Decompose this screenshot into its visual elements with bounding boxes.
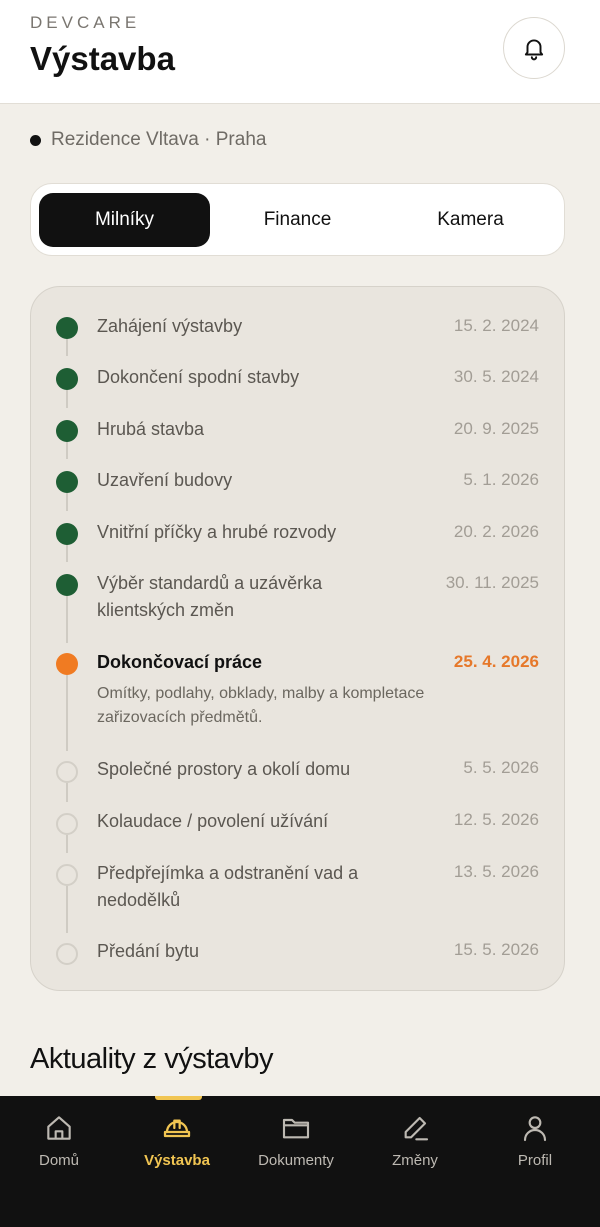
milestone-date: 30. 5. 2024 xyxy=(453,367,539,386)
milestone-status-dot xyxy=(56,471,78,493)
milestone-status-dot xyxy=(56,420,78,442)
bell-icon xyxy=(524,39,544,61)
nav-item-home[interactable]: Domů xyxy=(0,1112,118,1176)
timeline-connector xyxy=(66,596,68,643)
top-bar: DEVCARE Výstavba xyxy=(0,0,600,104)
milestone-date: 5. 1. 2026 xyxy=(463,470,539,489)
milestone-description: Omítky, podlahy, obklady, malby a komple… xyxy=(97,685,425,726)
milestone-date: 15. 2. 2024 xyxy=(453,316,539,335)
milestone-status-dot xyxy=(56,317,78,339)
active-tab-indicator xyxy=(155,1096,202,1100)
milestone-title: Společné prostory a okolí domu xyxy=(97,759,351,779)
timeline-connector xyxy=(66,544,68,562)
brand-name: DEVCARE xyxy=(30,13,141,32)
milestone-date-current: 25. 4. 2026 xyxy=(453,652,539,671)
nav-label: Domů xyxy=(38,1152,79,1169)
milestone-title: Zahájení výstavby xyxy=(97,316,243,336)
milestone-title: Vnitřní příčky a hrubé rozvody xyxy=(97,522,337,542)
timeline-connector xyxy=(66,441,68,459)
milestone-title-current: Dokončovací práce xyxy=(97,652,263,672)
milestone-status-dot xyxy=(56,368,78,390)
milestone-date: 20. 9. 2025 xyxy=(453,419,539,438)
milestone-status-dot xyxy=(56,864,78,886)
timeline-connector xyxy=(66,390,68,408)
project-dot-icon xyxy=(30,134,41,146)
user-icon xyxy=(523,1116,547,1142)
nav-label: Změny xyxy=(392,1152,438,1169)
milestone-title: Kolaudace / povolení užívání xyxy=(97,811,329,831)
nav-item-construction[interactable]: Výstavba xyxy=(118,1112,236,1176)
timeline-connector xyxy=(66,493,68,511)
milestone-title: Dokončení spodní stavby xyxy=(97,367,300,387)
notifications-button[interactable] xyxy=(503,17,565,79)
milestone-date: 15. 5. 2026 xyxy=(453,940,539,959)
milestone-status-dot-current xyxy=(56,653,78,675)
milestone-title: Předpřejímka a odstranění vad a nedodělk… xyxy=(97,863,359,910)
bottom-navigation: Domů Výstavba Dokumenty Změny Profil xyxy=(0,1096,600,1227)
tab-finance[interactable]: Finance xyxy=(212,193,383,247)
milestone-date: 20. 2. 2026 xyxy=(453,522,539,541)
milestone-date: 5. 5. 2026 xyxy=(463,758,539,777)
timeline-connector xyxy=(66,783,68,802)
milestone-status-dot xyxy=(56,761,78,783)
milestone-date: 30. 11. 2025 xyxy=(445,573,539,592)
helmet-icon xyxy=(163,1119,191,1138)
nav-label: Dokumenty xyxy=(258,1152,334,1169)
folder-icon xyxy=(282,1118,310,1139)
home-icon xyxy=(47,1116,71,1140)
timeline-connector xyxy=(66,835,68,853)
milestone-title: Předání bytu xyxy=(97,941,200,961)
milestone-status-dot xyxy=(56,523,78,545)
milestone-title: Hrubá stavba xyxy=(97,419,205,439)
timeline-connector xyxy=(66,338,68,356)
nav-item-changes[interactable]: Změny xyxy=(356,1112,474,1176)
tab-bar: Milníky Finance Kamera xyxy=(30,183,565,256)
milestone-title: Výběr standardů a uzávěrka klientských z… xyxy=(97,573,323,620)
nav-item-documents[interactable]: Dokumenty xyxy=(237,1112,355,1176)
milestone-status-dot xyxy=(56,943,78,965)
page-title: Výstavba xyxy=(30,40,175,77)
tab-milniky[interactable]: Milníky xyxy=(39,193,210,247)
tab-kamera[interactable]: Kamera xyxy=(385,193,556,247)
project-selector[interactable]: Rezidence Vltava · Praha xyxy=(30,127,266,153)
timeline-connector xyxy=(66,675,68,751)
milestone-date: 12. 5. 2026 xyxy=(453,810,539,829)
milestone-status-dot xyxy=(56,813,78,835)
news-section-title: Aktuality z výstavby xyxy=(30,1043,274,1075)
project-label: Rezidence Vltava · Praha xyxy=(51,129,267,150)
milestone-status-dot xyxy=(56,574,78,596)
nav-item-profile[interactable]: Profil xyxy=(476,1112,594,1176)
milestone-timeline: Zahájení výstavby 15. 2. 2024 Dokončení … xyxy=(30,286,565,991)
milestone-title: Uzavření budovy xyxy=(97,470,233,490)
milestone-date: 13. 5. 2026 xyxy=(453,862,539,881)
nav-label: Profil xyxy=(517,1152,553,1169)
pencil-icon xyxy=(404,1116,429,1141)
timeline-connector xyxy=(66,886,68,933)
nav-label: Výstavba xyxy=(144,1152,210,1169)
